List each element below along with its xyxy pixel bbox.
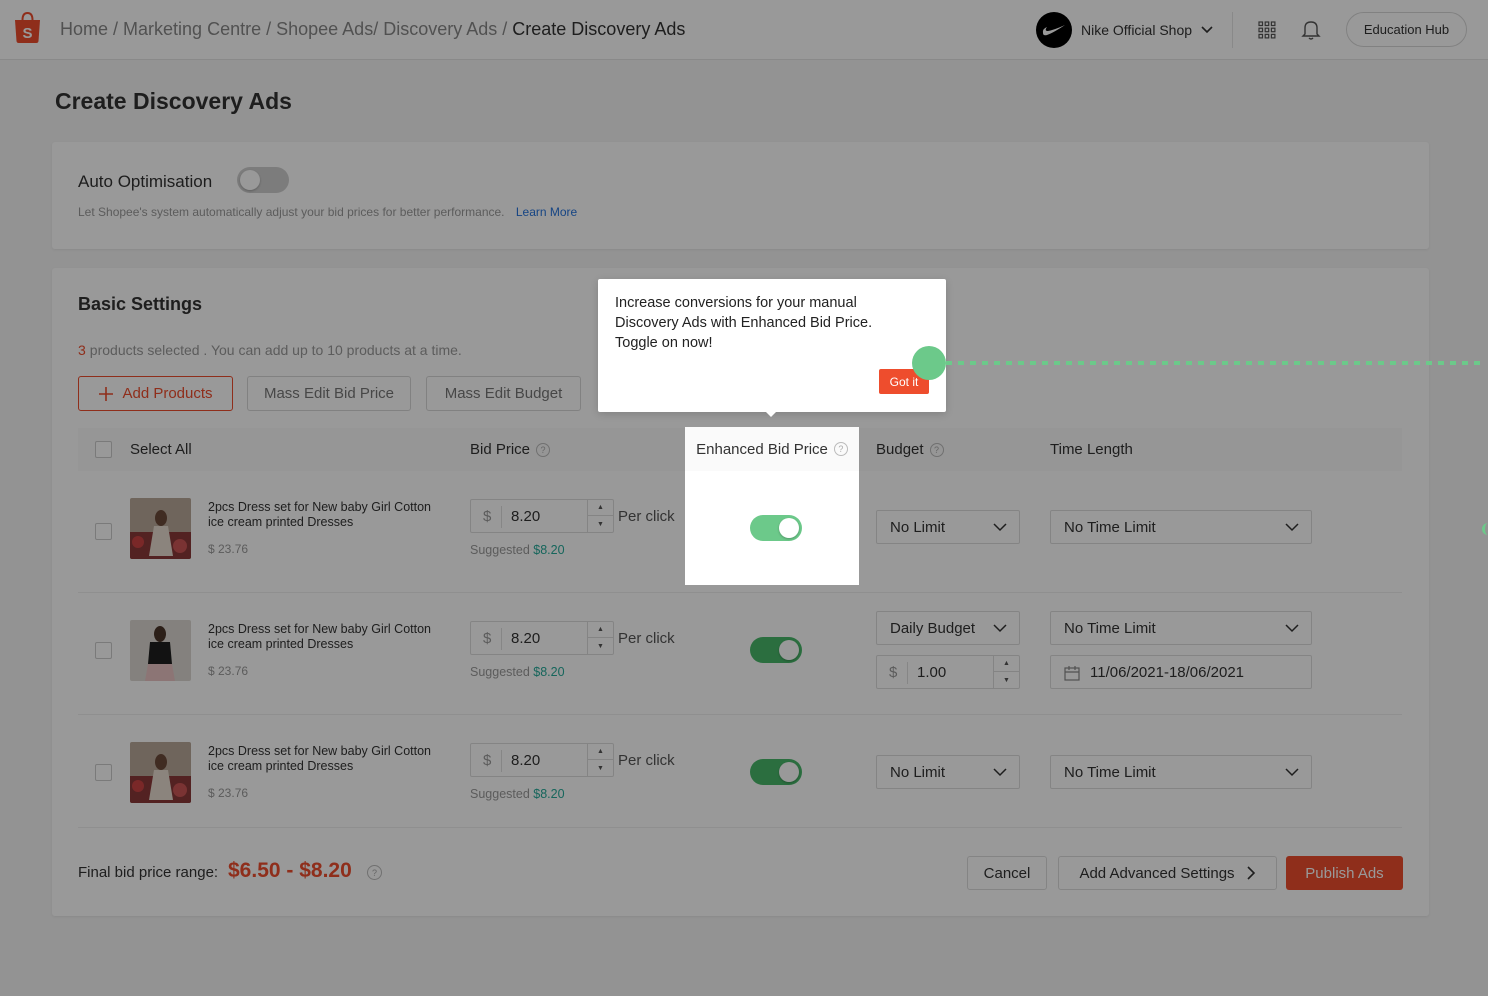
- annotation-dotted-line: [946, 361, 1486, 365]
- enhanced-bid-spotlight: Enhanced Bid Price ?: [685, 427, 859, 585]
- enhanced-bid-toggle[interactable]: [750, 515, 802, 541]
- tooltip-arrow: [763, 409, 779, 417]
- tooltip-message: Increase conversions for your manual Dis…: [615, 295, 873, 351]
- toggle-knob: [779, 518, 799, 538]
- help-icon[interactable]: ?: [833, 442, 848, 456]
- enhanced-bid-price-header: Enhanced Bid Price: [696, 440, 828, 458]
- column-enhanced-bid-price: Enhanced Bid Price ?: [685, 427, 859, 471]
- annotation-hotspot: [912, 346, 946, 380]
- annotation-edge-marker: [1482, 523, 1488, 535]
